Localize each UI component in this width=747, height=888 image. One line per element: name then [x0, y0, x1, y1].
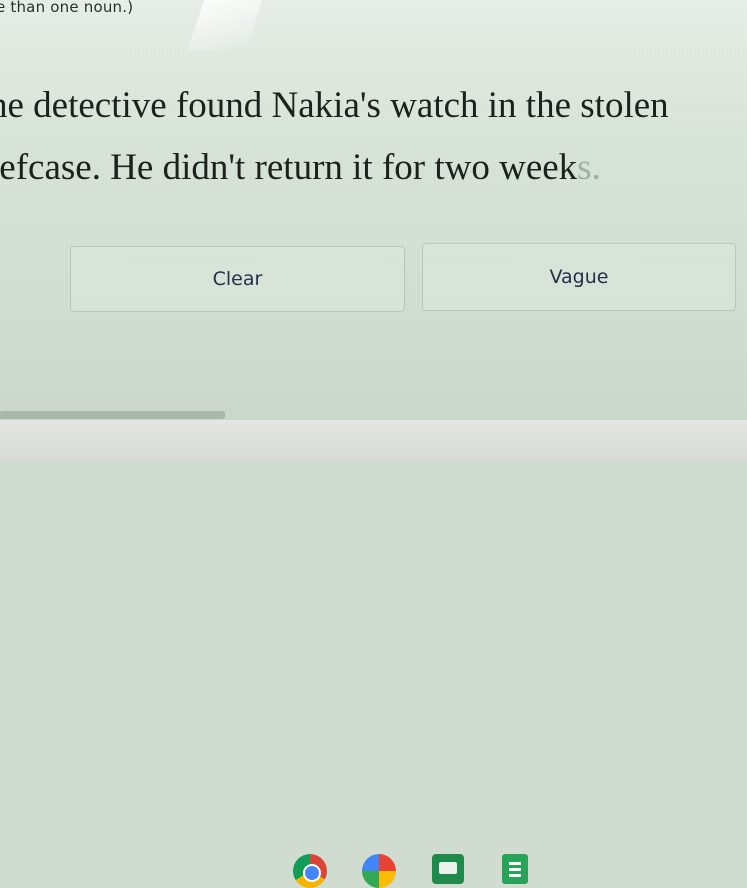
- question-line-2-main: iefcase. He didn't return it for two wee…: [0, 147, 578, 188]
- screen-glare: [187, 0, 263, 50]
- os-shelf: [0, 420, 747, 888]
- choice-vague-label: Vague: [549, 266, 609, 288]
- chrome-icon[interactable]: [293, 854, 327, 888]
- question-line-1: he detective found Nakia's watch in the …: [0, 85, 669, 126]
- progress-track: [0, 411, 225, 419]
- choice-vague-button[interactable]: Vague: [422, 243, 736, 311]
- classroom-icon[interactable]: [432, 854, 464, 884]
- choice-clear-button[interactable]: Clear: [70, 246, 405, 312]
- question-line-2-tail: s.: [577, 147, 601, 188]
- app-screen: e than one noun.) he detective found Nak…: [0, 0, 747, 420]
- instruction-text: e than one noun.): [0, 0, 134, 16]
- choice-clear-label: Clear: [212, 268, 263, 290]
- photos-icon[interactable]: [362, 854, 396, 888]
- docs-icon[interactable]: [502, 854, 528, 884]
- question-line-2: iefcase. He didn't return it for two wee…: [0, 146, 601, 189]
